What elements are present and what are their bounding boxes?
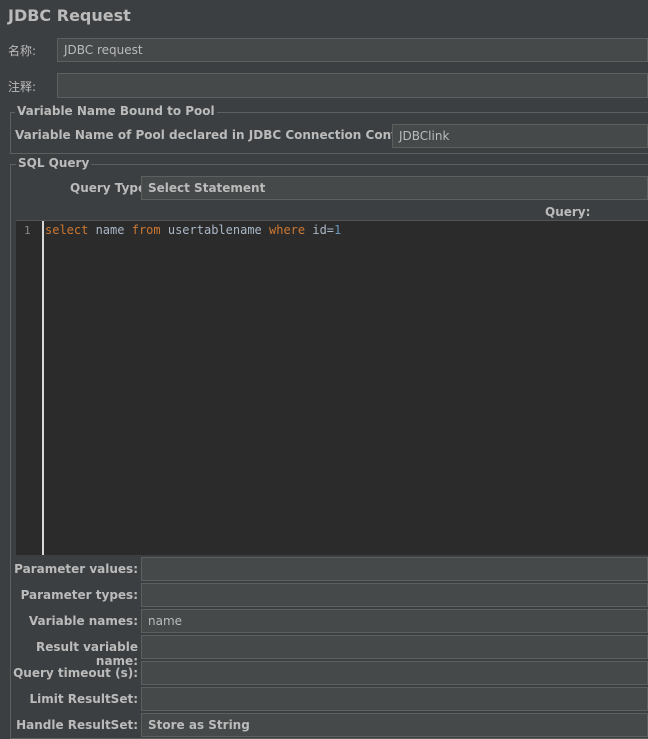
query-label: Query: [545,205,591,219]
limit-resultset-label: Limit ResultSet: [29,692,138,706]
param-values-field[interactable] [141,557,648,581]
sql-code-line: select name from usertablename where id=… [45,223,341,237]
limit-resultset-field[interactable] [141,687,648,711]
pool-group-title: Variable Name Bound to Pool [15,104,217,118]
line-number: 1 [24,224,31,237]
code-keyword-select: select [45,223,89,237]
code-text: name [88,223,132,237]
comment-label: 注释: [8,80,37,94]
code-text: id= [305,223,335,237]
query-timeout-label: Query timeout (s): [13,666,138,680]
pool-name-field[interactable]: JDBClink [392,124,648,148]
query-type-label: Query Type: [70,181,151,195]
param-types-field[interactable] [141,583,648,607]
name-field[interactable]: JDBC request [57,38,648,62]
query-timeout-field[interactable] [141,661,648,685]
param-values-label: Parameter values: [14,562,138,576]
variable-names-field[interactable]: name [141,609,648,633]
code-keyword-from: from [131,223,161,237]
result-variable-label: Result variable name: [36,640,138,668]
handle-resultset-select[interactable]: Store as String [141,713,648,737]
sql-group-title: SQL Query [16,156,92,170]
code-text: usertablename [160,223,269,237]
query-type-select[interactable]: Select Statement [141,176,648,200]
sql-query-editor[interactable]: 1 select name from usertablename where i… [16,220,648,555]
param-types-label: Parameter types: [20,588,138,602]
gutter-divider [42,221,44,555]
handle-resultset-label: Handle ResultSet: [16,718,138,732]
code-number: 1 [334,223,342,237]
result-variable-field[interactable] [141,635,648,659]
comment-field[interactable] [57,73,648,98]
variable-names-label: Variable names: [28,614,138,628]
name-label: 名称: [8,44,37,58]
page-title: JDBC Request [8,6,131,25]
code-keyword-where: where [269,223,306,237]
